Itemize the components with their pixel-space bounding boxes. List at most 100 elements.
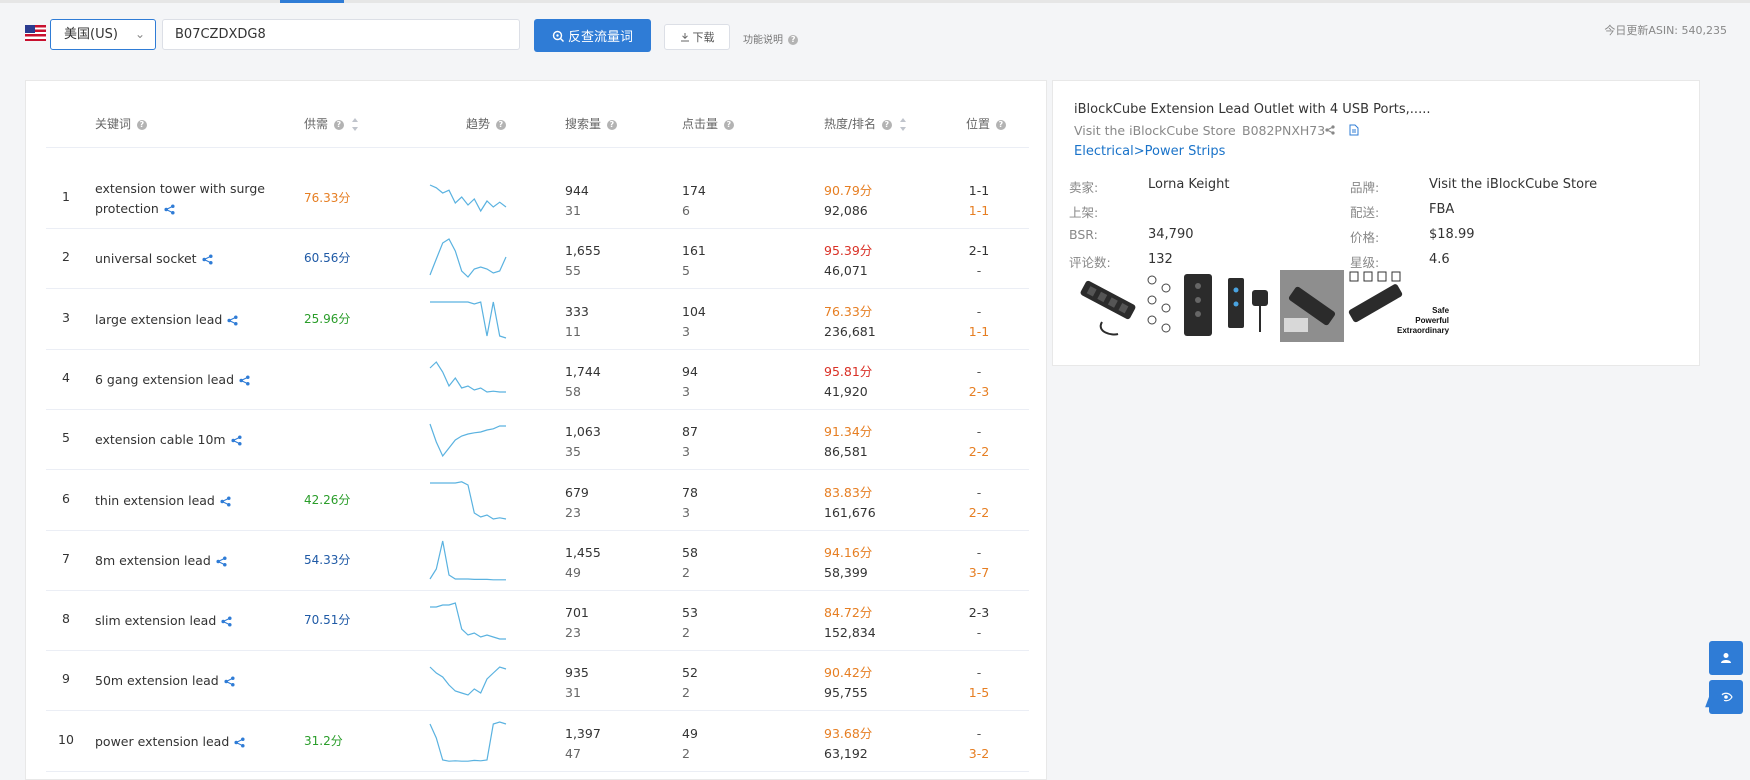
position-secondary: 2-2 bbox=[968, 504, 990, 520]
product-thumbnail[interactable] bbox=[1144, 270, 1174, 342]
position-primary: - bbox=[976, 544, 982, 560]
heat-score: 91.34分 bbox=[824, 424, 873, 440]
supply-score: 31.2分 bbox=[304, 733, 343, 748]
row-index: 7 bbox=[62, 550, 70, 566]
share-icon[interactable] bbox=[164, 204, 175, 215]
reverse-keyword-button[interactable]: 反查流量词 bbox=[534, 19, 651, 52]
product-asin[interactable]: B082PNXH73 bbox=[1242, 123, 1325, 138]
heat-rank-cell: 94.16分 58,399 bbox=[824, 543, 872, 583]
clicks-cell: 53 2 bbox=[682, 603, 698, 643]
position-cell: - 3-7 bbox=[958, 543, 1000, 583]
product-thumbnail[interactable] bbox=[1280, 270, 1344, 342]
search-volume: 679 bbox=[565, 484, 589, 500]
column-heat-rank[interactable]: 热度/排名 ? bbox=[824, 101, 907, 147]
thumb-text-3: Extraordinary bbox=[1397, 326, 1450, 335]
download-label: 下载 bbox=[692, 31, 715, 44]
us-flag-canton bbox=[25, 25, 35, 33]
keyword-cell[interactable]: extension tower with surge protection bbox=[95, 179, 293, 219]
position-primary: - bbox=[976, 424, 982, 440]
column-supply[interactable]: 供需 ? bbox=[304, 101, 359, 147]
heat-rank-cell: 95.39分 46,071 bbox=[824, 241, 872, 281]
table-row: 9 50m extension lead 935 31 52 2 90.42分 95,755-… bbox=[46, 650, 1029, 712]
position-secondary: 3-2 bbox=[968, 745, 990, 761]
sort-icon[interactable] bbox=[899, 118, 907, 131]
share-icon[interactable] bbox=[216, 556, 227, 567]
keyword-cell[interactable]: 8m extension lead bbox=[95, 551, 293, 571]
clicks-sub: 3 bbox=[682, 323, 690, 339]
document-icon[interactable] bbox=[1349, 124, 1359, 136]
clicks: 52 bbox=[682, 665, 698, 681]
search-icon bbox=[552, 30, 564, 42]
product-category[interactable]: Electrical>Power Strips bbox=[1074, 144, 1225, 159]
help-link[interactable]: 功能说明 ? bbox=[743, 31, 799, 46]
marketplace-select[interactable]: 美国(US) ⌄ bbox=[50, 19, 156, 50]
keyword-cell[interactable]: thin extension lead bbox=[95, 491, 293, 511]
search-volume-sub: 23 bbox=[565, 504, 581, 520]
column-keyword-label: 关键词 bbox=[95, 117, 132, 131]
heat-score: 83.83分 bbox=[824, 484, 873, 500]
share-icon[interactable] bbox=[202, 254, 213, 265]
clicks-sub: 2 bbox=[682, 745, 690, 761]
share-icon[interactable] bbox=[220, 495, 231, 507]
share-icon[interactable] bbox=[1325, 125, 1335, 135]
supply-score: 70.51分 bbox=[304, 613, 351, 628]
product-store[interactable]: Visit the iBlockCube Store bbox=[1074, 123, 1236, 138]
product-thumbnail[interactable] bbox=[1222, 270, 1278, 342]
heat-rank-cell: 90.42分 95,755 bbox=[824, 663, 872, 703]
sort-icon[interactable] bbox=[351, 118, 359, 131]
keyword-cell[interactable]: large extension lead bbox=[95, 310, 293, 330]
share-icon[interactable] bbox=[239, 375, 250, 386]
trend-sparkline bbox=[429, 666, 507, 697]
search-volume-cell: 1,744 58 bbox=[565, 362, 601, 402]
trend-sparkline bbox=[430, 480, 507, 520]
clicks-cell: 104 3 bbox=[682, 302, 706, 342]
trend-sparkline bbox=[429, 540, 506, 581]
position-primary: 2-3 bbox=[968, 605, 990, 621]
question-icon: ? bbox=[495, 119, 506, 130]
keyword-cell[interactable]: slim extension lead bbox=[95, 611, 293, 631]
keyword-cell[interactable]: 50m extension lead bbox=[95, 671, 293, 691]
share-icon[interactable] bbox=[224, 676, 235, 687]
clicks-cell: 52 2 bbox=[682, 663, 698, 703]
heat-score: 76.33分 bbox=[824, 303, 873, 319]
search-volume-cell: 679 23 bbox=[565, 483, 589, 523]
keyword-text: 6 gang extension lead bbox=[95, 371, 235, 387]
heat-rank-cell: 90.79分 92,086 bbox=[824, 181, 872, 221]
rank: 152,834 bbox=[824, 625, 876, 641]
position-cell: - 2-2 bbox=[958, 483, 1000, 523]
help-label: 功能说明 bbox=[743, 35, 783, 46]
question-icon: ? bbox=[333, 119, 344, 130]
search-volume: 333 bbox=[565, 303, 589, 319]
clicks-cell: 94 3 bbox=[682, 362, 698, 402]
product-thumbnail[interactable] bbox=[1176, 270, 1220, 342]
search-volume-sub: 31 bbox=[565, 685, 581, 701]
column-trend-label: 趋势 bbox=[466, 117, 491, 131]
supply-score: 76.33分 bbox=[304, 191, 351, 205]
share-icon[interactable] bbox=[231, 435, 242, 446]
share-icon[interactable] bbox=[234, 737, 245, 748]
product-image-gallery: Safe Powerful Extraordinary bbox=[1072, 270, 1452, 342]
clicks-sub: 3 bbox=[682, 444, 690, 460]
search-volume-cell: 1,397 47 bbox=[565, 724, 601, 764]
column-keyword[interactable]: 关键词 ? bbox=[95, 101, 147, 147]
seller-label: 卖家: bbox=[1069, 180, 1099, 195]
product-thumbnail[interactable] bbox=[1072, 270, 1144, 342]
keyword-cell[interactable]: 6 gang extension lead bbox=[95, 370, 293, 390]
search-volume-sub: 55 bbox=[565, 263, 581, 279]
keyword-cell[interactable]: power extension lead bbox=[95, 732, 293, 752]
clicks-sub: 6 bbox=[682, 203, 690, 218]
row-index: 8 bbox=[62, 611, 70, 627]
clicks-sub: 3 bbox=[682, 383, 690, 399]
row-index: 10 bbox=[58, 731, 74, 747]
update-info: 今日更新ASIN: 540,235 bbox=[1604, 24, 1727, 37]
question-icon: ? bbox=[136, 119, 147, 130]
share-icon[interactable] bbox=[227, 315, 238, 326]
keyword-cell[interactable]: universal socket bbox=[95, 249, 293, 269]
download-button[interactable]: 下载 bbox=[664, 24, 730, 50]
search-volume: 1,063 bbox=[565, 424, 601, 440]
asin-input[interactable] bbox=[162, 19, 520, 50]
share-icon[interactable] bbox=[221, 616, 232, 627]
keyword-cell[interactable]: extension cable 10m bbox=[95, 430, 293, 450]
product-title[interactable]: iBlockCube Extension Lead Outlet with 4 … bbox=[1074, 102, 1430, 117]
user-float-button[interactable] bbox=[1709, 641, 1743, 675]
